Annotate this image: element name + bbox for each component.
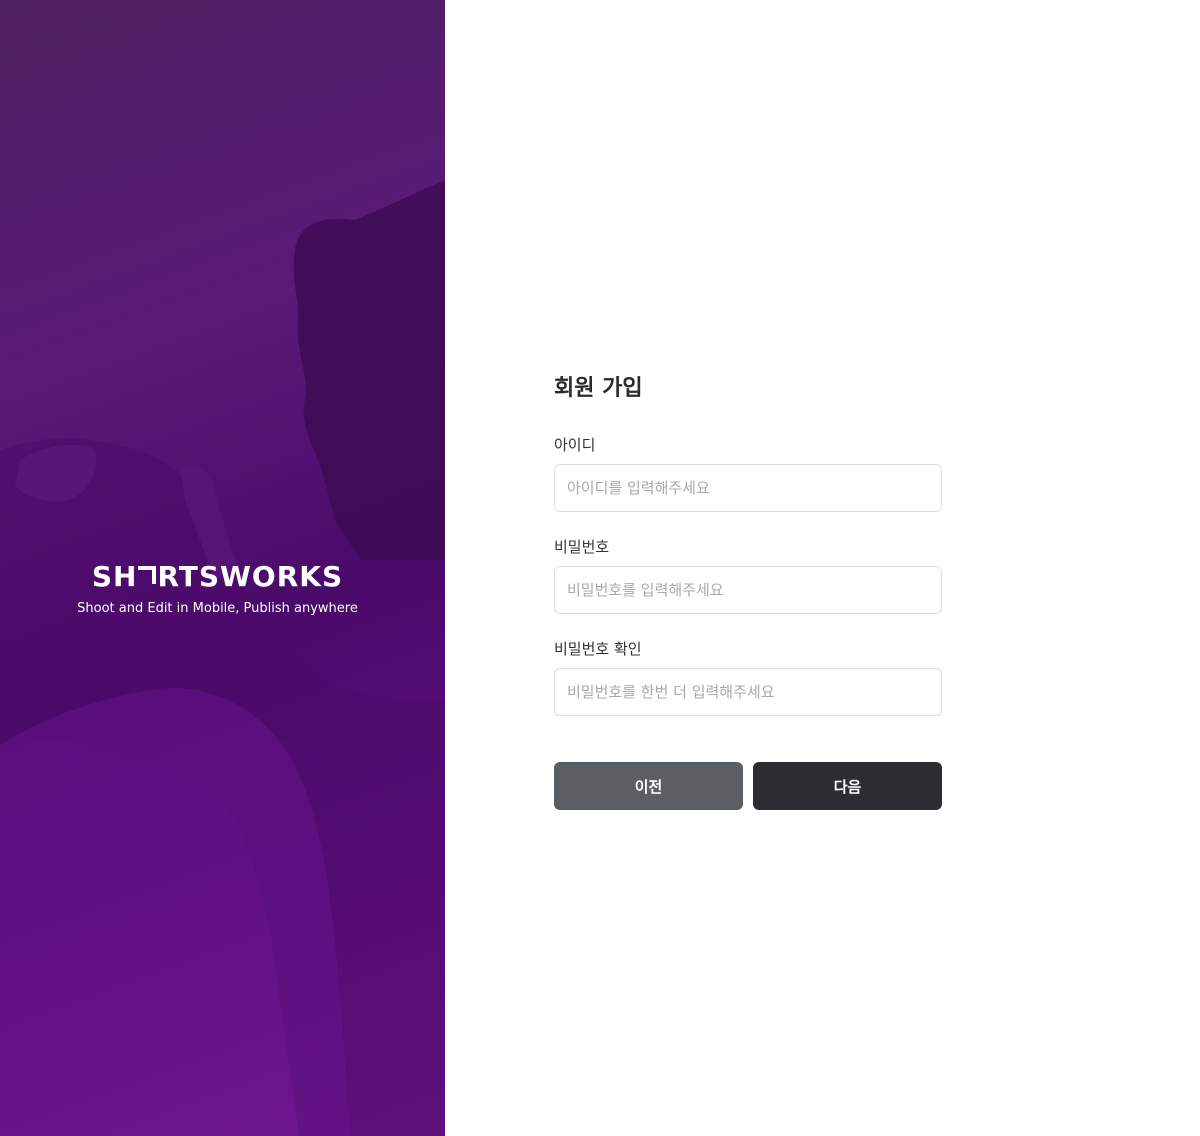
password-confirm-label: 비밀번호 확인 <box>554 640 642 658</box>
username-label: 아이디 <box>554 436 596 454</box>
page-title: 회원 가입 <box>554 376 643 401</box>
logo-text-start: SH <box>91 560 138 593</box>
logo-o-mark-icon <box>138 566 157 584</box>
prev-button[interactable]: 이전 <box>554 762 743 810</box>
username-field-group: 아이디 <box>554 434 942 512</box>
signup-form: 회원 가입 아이디 비밀번호 비밀번호 확인 이전 다음 <box>554 372 942 810</box>
password-input[interactable] <box>554 566 942 614</box>
brand-tagline: Shoot and Edit in Mobile, Publish anywhe… <box>77 601 358 616</box>
password-label: 비밀번호 <box>554 538 610 556</box>
brand-logo: SH RTSWORKS <box>0 560 435 593</box>
brand-panel: SH RTSWORKS Shoot and Edit in Mobile, Pub… <box>0 0 445 1136</box>
password-field-group: 비밀번호 <box>554 536 942 614</box>
next-button[interactable]: 다음 <box>753 762 942 810</box>
signup-page: SH RTSWORKS Shoot and Edit in Mobile, Pub… <box>0 0 1200 1136</box>
logo-text-end: RTSWORKS <box>157 560 344 593</box>
form-actions: 이전 다음 <box>554 762 942 810</box>
password-confirm-field-group: 비밀번호 확인 <box>554 638 942 716</box>
password-confirm-input[interactable] <box>554 668 942 716</box>
username-input[interactable] <box>554 464 942 512</box>
